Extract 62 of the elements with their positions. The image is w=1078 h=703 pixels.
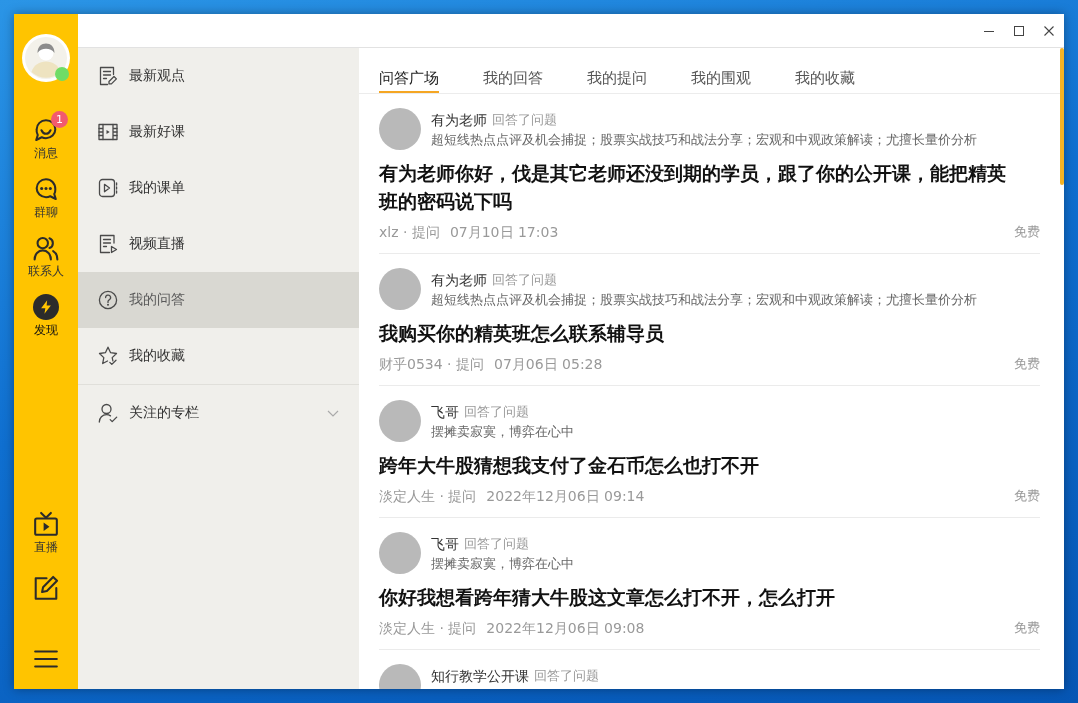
- nav-button[interactable]: 直播: [33, 511, 59, 555]
- answer-status: 回答了问题: [464, 535, 529, 553]
- question-time: 2022年12月06日 09:08: [486, 619, 645, 638]
- sidebar-item[interactable]: 视频直播: [78, 216, 359, 272]
- question-title[interactable]: 我购买你的精英班怎么联系辅导员: [379, 319, 1019, 347]
- avatar-placeholder: [379, 268, 421, 310]
- author-name[interactable]: 有为老师: [431, 110, 487, 130]
- asker-info: 财乎0534 · 提问: [379, 355, 484, 374]
- question-title[interactable]: 你好我想看跨年猜大牛股这文章怎么打不开，怎么打开: [379, 583, 1019, 611]
- tab[interactable]: 我的围观: [691, 48, 751, 93]
- answer-status: 回答了问题: [464, 403, 529, 421]
- price-label: 免费: [1014, 487, 1040, 505]
- question-time: 07月06日 05:28: [494, 355, 603, 374]
- tab[interactable]: 我的提问: [587, 48, 647, 93]
- asker-info: 淡定人生 · 提问: [379, 487, 477, 506]
- tab[interactable]: 我的收藏: [795, 48, 855, 93]
- question-title[interactable]: 跨年大牛股猜想我支付了金石币怎么也打不开: [379, 451, 1019, 479]
- avatar-placeholder: [379, 108, 421, 150]
- author-name[interactable]: 飞哥: [431, 534, 459, 554]
- question-time: 07月10日 17:03: [449, 223, 559, 242]
- film-icon: [98, 122, 118, 142]
- avatar-placeholder: [379, 532, 421, 574]
- answer-status: 回答了问题: [492, 271, 557, 289]
- author-name[interactable]: 知行教学公开课: [431, 666, 529, 686]
- question-time: 2022年12月06日 09:14: [486, 487, 645, 506]
- close-icon: [1044, 25, 1054, 36]
- sidebar-item[interactable]: 我的收藏: [78, 328, 359, 384]
- price-label: 免费: [1014, 355, 1040, 373]
- sidebar-item[interactable]: 最新观点: [78, 48, 359, 104]
- tab[interactable]: 问答广场: [379, 48, 439, 93]
- document-play-icon: [98, 234, 118, 254]
- sidebar-section[interactable]: 关注的专栏: [78, 385, 359, 441]
- author-name[interactable]: 飞哥: [431, 402, 459, 422]
- price-label: 免费: [1014, 223, 1040, 241]
- author-bio: 摆摊卖寂寞，博弈在心中: [431, 423, 574, 441]
- nav-button[interactable]: 群聊: [33, 176, 59, 220]
- user-avatar-icon[interactable]: [22, 34, 70, 82]
- unread-badge: 1: [51, 111, 68, 128]
- answer-status: 回答了问题: [534, 667, 599, 685]
- author-bio: 超短线热点点评及机会捕捉；股票实战技巧和战法分享；宏观和中观政策解读；尤擅长量价分析: [431, 291, 977, 309]
- price-label: 免费: [1014, 619, 1040, 637]
- nav-button[interactable]: 联系人: [28, 235, 64, 279]
- question-icon: [98, 290, 118, 310]
- scrollbar-thumb[interactable]: [1060, 48, 1064, 185]
- nav-button[interactable]: 发现: [33, 294, 59, 338]
- asker-info: xlz · 提问: [379, 223, 440, 242]
- avatar-placeholder: [379, 400, 421, 442]
- asker-info: 淡定人生 · 提问: [379, 619, 477, 638]
- answer-status: 回答了问题: [492, 111, 557, 129]
- author-name[interactable]: 有为老师: [431, 270, 487, 290]
- sidebar-item[interactable]: 最新好课: [78, 104, 359, 160]
- sidebar-item[interactable]: 我的问答: [78, 272, 359, 328]
- tab[interactable]: 我的回答: [483, 48, 543, 93]
- author-bio: 摆摊卖寂寞，博弈在心中: [431, 555, 574, 573]
- sidebar-item[interactable]: 我的课单: [78, 160, 359, 216]
- play-list-icon: [98, 178, 118, 198]
- document-pen-icon: [98, 66, 118, 86]
- person-check-icon: [98, 403, 118, 423]
- star-check-icon: [98, 346, 118, 366]
- author-bio: 超短线热点点评及机会捕捉；股票实战技巧和战法分享；宏观和中观政策解读；尤擅长量价分析: [431, 131, 977, 149]
- question-title[interactable]: 有为老师你好，伐是其它老师还没到期的学员，跟了你的公开课，能把精英班的密码说下吗: [379, 159, 1019, 215]
- maximize-icon: [1014, 25, 1024, 36]
